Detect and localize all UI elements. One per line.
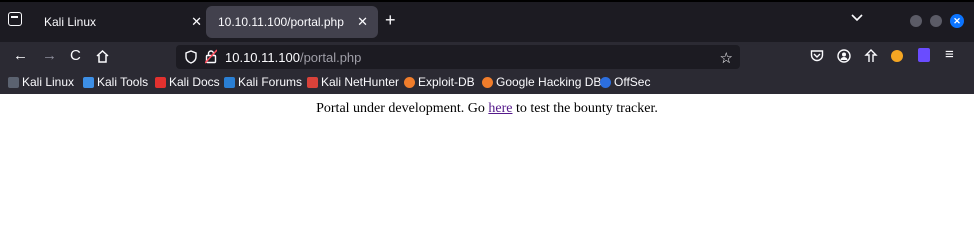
top-line xyxy=(0,0,974,2)
bookmark-kali-forums[interactable]: Kali Forums xyxy=(224,75,302,89)
bookmark-google-hacking-db[interactable]: Google Hacking DB xyxy=(482,75,601,89)
home-icon[interactable] xyxy=(95,49,110,64)
bookmark-label: Kali Forums xyxy=(238,75,303,89)
bookmark-star-icon[interactable]: ☆ xyxy=(720,49,733,67)
bookmarks-bar: Kali Linux Kali Tools Kali Docs Kali For… xyxy=(0,72,974,94)
exploit-db-icon xyxy=(404,76,415,88)
extension-badge-icon[interactable] xyxy=(918,48,930,62)
google-hacking-db-icon xyxy=(482,76,493,88)
window-close-button[interactable]: ✕ xyxy=(950,14,964,28)
tab-bar: Kali Linux ✕ 10.10.11.100/portal.php ✕ +… xyxy=(0,0,974,42)
url-host: 10.10.11.100 xyxy=(225,50,300,65)
kali-nethunter-icon xyxy=(307,76,318,88)
minimize-button[interactable] xyxy=(910,15,922,27)
bookmark-label: Kali Tools xyxy=(97,75,149,89)
share-icon[interactable] xyxy=(864,49,878,63)
kali-tools-icon xyxy=(83,76,94,88)
bookmark-kali-nethunter[interactable]: Kali NetHunter xyxy=(307,75,399,89)
url-text[interactable]: 10.10.11.100/portal.php xyxy=(225,50,361,65)
tab-label: 10.10.11.100/portal.php xyxy=(218,15,344,29)
bookmark-kali-docs[interactable]: Kali Docs xyxy=(155,75,220,89)
page-content: Portal under development. Go here to tes… xyxy=(0,94,974,246)
bookmark-label: OffSec xyxy=(614,75,651,89)
tab-list-icon[interactable] xyxy=(8,12,22,26)
nav-bar: ← → C 10.10.11.100/portal.php ☆ ≡ xyxy=(0,42,974,72)
reload-icon[interactable]: C xyxy=(70,48,81,64)
bookmark-label: Exploit-DB xyxy=(418,75,475,89)
bookmark-exploit-db[interactable]: Exploit-DB xyxy=(404,75,475,89)
portal-message: Portal under development. Go here to tes… xyxy=(0,101,974,117)
shield-icon[interactable] xyxy=(185,50,197,64)
tab-label: Kali Linux xyxy=(44,15,97,29)
tab-kali-linux[interactable]: Kali Linux ✕ xyxy=(32,6,212,38)
bookmark-label: Google Hacking DB xyxy=(496,75,602,89)
bookmark-kali-linux[interactable]: Kali Linux xyxy=(8,75,74,89)
close-icon[interactable]: ✕ xyxy=(357,14,368,30)
pocket-icon[interactable] xyxy=(810,49,824,63)
offsec-icon xyxy=(600,76,611,88)
back-icon[interactable]: ← xyxy=(13,48,28,64)
new-tab-icon[interactable]: + xyxy=(385,11,396,29)
maximize-button[interactable] xyxy=(930,15,942,27)
forward-icon[interactable]: → xyxy=(42,48,57,64)
chevron-down-icon[interactable] xyxy=(851,13,863,23)
close-icon[interactable]: ✕ xyxy=(191,14,202,30)
account-icon[interactable] xyxy=(837,49,851,63)
message-suffix: to test the bounty tracker. xyxy=(512,101,658,116)
kali-linux-icon xyxy=(8,76,19,88)
bookmark-label: Kali Linux xyxy=(22,75,75,89)
url-bar[interactable]: 10.10.11.100/portal.php ☆ xyxy=(176,45,740,69)
insecure-lock-icon[interactable] xyxy=(205,49,217,64)
message-prefix: Portal under development. Go xyxy=(316,101,489,116)
here-link[interactable]: here xyxy=(488,101,512,116)
url-path: /portal.php xyxy=(299,50,362,65)
tab-portal[interactable]: 10.10.11.100/portal.php ✕ xyxy=(206,6,378,38)
kali-docs-icon xyxy=(155,76,166,88)
kali-forums-icon xyxy=(224,76,235,88)
bookmark-kali-tools[interactable]: Kali Tools xyxy=(83,75,148,89)
bookmark-offsec[interactable]: OffSec xyxy=(600,75,650,89)
bookmark-label: Kali NetHunter xyxy=(321,75,400,89)
menu-icon[interactable]: ≡ xyxy=(945,46,954,63)
bookmark-label: Kali Docs xyxy=(169,75,220,89)
extension-cookie-icon[interactable] xyxy=(891,50,903,62)
